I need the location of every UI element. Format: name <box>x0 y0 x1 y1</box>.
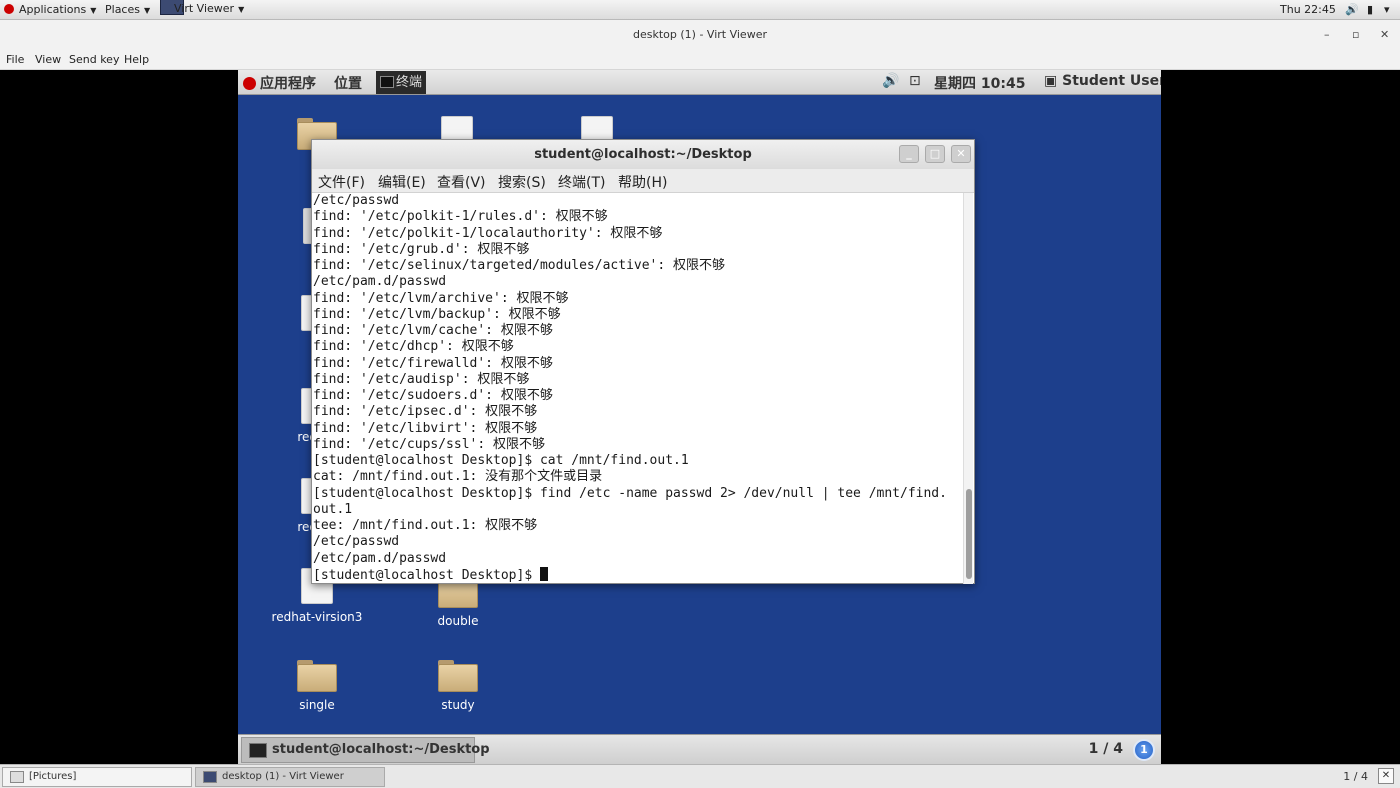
terminal-line: find: '/etc/polkit-1/localauthority': 权限… <box>313 225 663 241</box>
terminal-line: find: '/etc/lvm/backup': 权限不够 <box>313 306 561 322</box>
terminal-line: find: '/etc/grub.d': 权限不够 <box>313 241 530 257</box>
network-icon[interactable]: ⊡ <box>909 73 921 89</box>
chevron-down-icon: ▼ <box>90 6 97 15</box>
user-icon: ▣ <box>1044 73 1058 89</box>
scrollbar-thumb[interactable] <box>966 489 972 579</box>
host-top-panel: Applications ▼ Places ▼ Virt Viewer ▼ Thu 2… <box>0 0 1400 20</box>
desktop-icon-single[interactable]: single <box>262 660 372 712</box>
maximize-button[interactable]: ▫ <box>1352 20 1359 50</box>
terminal-line: find: '/etc/lvm/archive': 权限不够 <box>313 290 569 306</box>
guest-places-menu[interactable]: 位置 <box>334 73 362 93</box>
places-menu[interactable]: Places ▼ <box>105 3 150 16</box>
terminal-prompt: [student@localhost Desktop]$ <box>313 567 540 583</box>
terminal-line: /etc/passwd <box>313 193 400 208</box>
terminal-line: cat: /mnt/find.out.1: 没有那个文件或目录 <box>313 469 603 485</box>
terminal-line: find: '/etc/polkit-1/rules.d': 权限不够 <box>313 209 608 225</box>
close-button[interactable]: ✕ <box>951 145 971 163</box>
redhat-logo-icon <box>4 4 14 14</box>
desktop-icon-study[interactable]: study <box>403 660 513 712</box>
user-menu[interactable]: ▣ Student User <box>1044 73 1161 89</box>
menu-file[interactable]: File <box>6 53 24 66</box>
terminal-line: /etc/pam.d/passwd <box>313 274 447 290</box>
folder-icon <box>297 660 337 692</box>
terminal-icon <box>380 76 394 88</box>
terminal-icon <box>249 743 267 758</box>
terminal-line: tee: /mnt/find.out.1: 权限不够 <box>313 518 538 533</box>
active-app-menu[interactable]: Virt Viewer ▼ <box>160 0 244 15</box>
terminal-line: find: '/etc/lvm/cache': 权限不够 <box>313 323 553 338</box>
power-menu-icon[interactable]: ▾ <box>1384 3 1390 16</box>
terminal-titlebar[interactable]: student@localhost:~/Desktop _ □ ✕ <box>312 140 974 169</box>
terminal-line: /etc/pam.d/passwd <box>313 550 447 566</box>
notification-badge[interactable]: 1 <box>1133 739 1155 761</box>
terminal-line: [student@localhost Desktop]$ find /etc -… <box>313 485 947 501</box>
window-menubar: File View Send key Help <box>0 50 1400 70</box>
terminal-line: find: '/etc/cups/ssl': 权限不够 <box>313 436 546 452</box>
close-button[interactable]: ✕ <box>1380 20 1389 50</box>
volume-icon[interactable]: 🔊 <box>882 73 899 89</box>
terminal-line: [student@localhost Desktop]$ cat /mnt/fi… <box>313 453 689 468</box>
terminal-output[interactable]: /etc/passwd find: '/etc/polkit-1/rules.d'… <box>312 193 964 584</box>
guest-applications-menu[interactable]: 应用程序 <box>243 73 316 93</box>
terminal-menubar: 文件(F) 编辑(E) 查看(V) 搜索(S) 终端(T) 帮助(H) <box>312 169 974 193</box>
window-titlebar: desktop (1) - Virt Viewer – ▫ ✕ <box>0 20 1400 50</box>
guest-clock[interactable]: 星期四 10:45 <box>934 73 1025 93</box>
menu-terminal[interactable]: 终端(T) <box>558 172 605 192</box>
terminal-title: student@localhost:~/Desktop <box>534 147 752 162</box>
menu-help[interactable]: Help <box>124 53 149 66</box>
folder-icon <box>438 660 478 692</box>
menu-view[interactable]: 查看(V) <box>437 172 486 192</box>
terminal-line: find: '/etc/libvirt': 权限不够 <box>313 420 538 436</box>
menu-file[interactable]: 文件(F) <box>318 172 365 192</box>
chevron-down-icon: ▼ <box>238 5 245 14</box>
minimize-button[interactable]: – <box>1324 20 1330 50</box>
host-clock[interactable]: Thu 22:45 <box>1280 3 1336 16</box>
redhat-logo-icon <box>243 77 256 90</box>
terminal-line: find: '/etc/firewalld': 权限不够 <box>313 355 553 371</box>
terminal-line: find: '/etc/audisp': 权限不够 <box>313 371 530 387</box>
host-workspace-indicator[interactable]: 1 / 4 <box>1343 770 1368 783</box>
window-title: desktop (1) - Virt Viewer <box>633 28 767 41</box>
window-icon <box>10 771 24 783</box>
terminal-window[interactable]: student@localhost:~/Desktop _ □ ✕ 文件(F) … <box>311 139 975 584</box>
battery-icon[interactable]: ▮ <box>1367 3 1373 16</box>
workspace-indicator[interactable]: 1 / 4 <box>1089 741 1123 757</box>
terminal-prompt-line[interactable]: [student@localhost Desktop]$ <box>313 566 964 583</box>
terminal-line: out.1 <box>313 501 353 517</box>
guest-bottom-panel: student@localhost:~/Desktop 1 / 4 1 <box>238 734 1161 764</box>
terminal-line: find: '/etc/selinux/targeted/modules/act… <box>313 258 726 273</box>
host-taskbar: [Pictures] desktop (1) - Virt Viewer 1 /… <box>0 764 1400 788</box>
terminal-cursor <box>539 566 548 581</box>
menu-view[interactable]: View <box>35 53 61 66</box>
volume-icon[interactable]: 🔊 <box>1345 3 1359 16</box>
terminal-line: /etc/passwd <box>313 534 400 550</box>
menu-send-key[interactable]: Send key <box>69 53 119 66</box>
menu-edit[interactable]: 编辑(E) <box>378 172 426 192</box>
chevron-down-icon: ▼ <box>143 6 151 15</box>
guest-top-panel: 应用程序 位置 终端 🔊 ⊡ 星期四 10:45 ▣ Student User <box>238 70 1161 95</box>
terminal-line: find: '/etc/ipsec.d': 权限不够 <box>313 404 538 420</box>
applications-menu[interactable]: Applications ▼ <box>4 3 96 16</box>
guest-taskbar-terminal[interactable]: student@localhost:~/Desktop <box>241 737 490 763</box>
show-desktop-button[interactable]: ✕ <box>1378 768 1394 784</box>
taskbar-item-virt-viewer[interactable]: desktop (1) - Virt Viewer <box>195 767 385 787</box>
maximize-button[interactable]: □ <box>925 145 945 163</box>
guest-desktop[interactable]: 应用程序 位置 终端 🔊 ⊡ 星期四 10:45 ▣ Student User … <box>238 70 1161 764</box>
taskbar-item-pictures[interactable]: [Pictures] <box>2 767 192 787</box>
terminal-line: find: '/etc/dhcp': 权限不够 <box>313 339 514 355</box>
menu-help[interactable]: 帮助(H) <box>618 172 667 192</box>
terminal-scrollbar[interactable] <box>963 193 973 584</box>
virt-viewer-icon <box>203 771 217 783</box>
minimize-button[interactable]: _ <box>899 145 919 163</box>
menu-search[interactable]: 搜索(S) <box>498 172 546 192</box>
terminal-line: find: '/etc/sudoers.d': 权限不够 <box>313 388 553 403</box>
guest-terminal-launcher[interactable]: 终端 <box>376 71 426 94</box>
